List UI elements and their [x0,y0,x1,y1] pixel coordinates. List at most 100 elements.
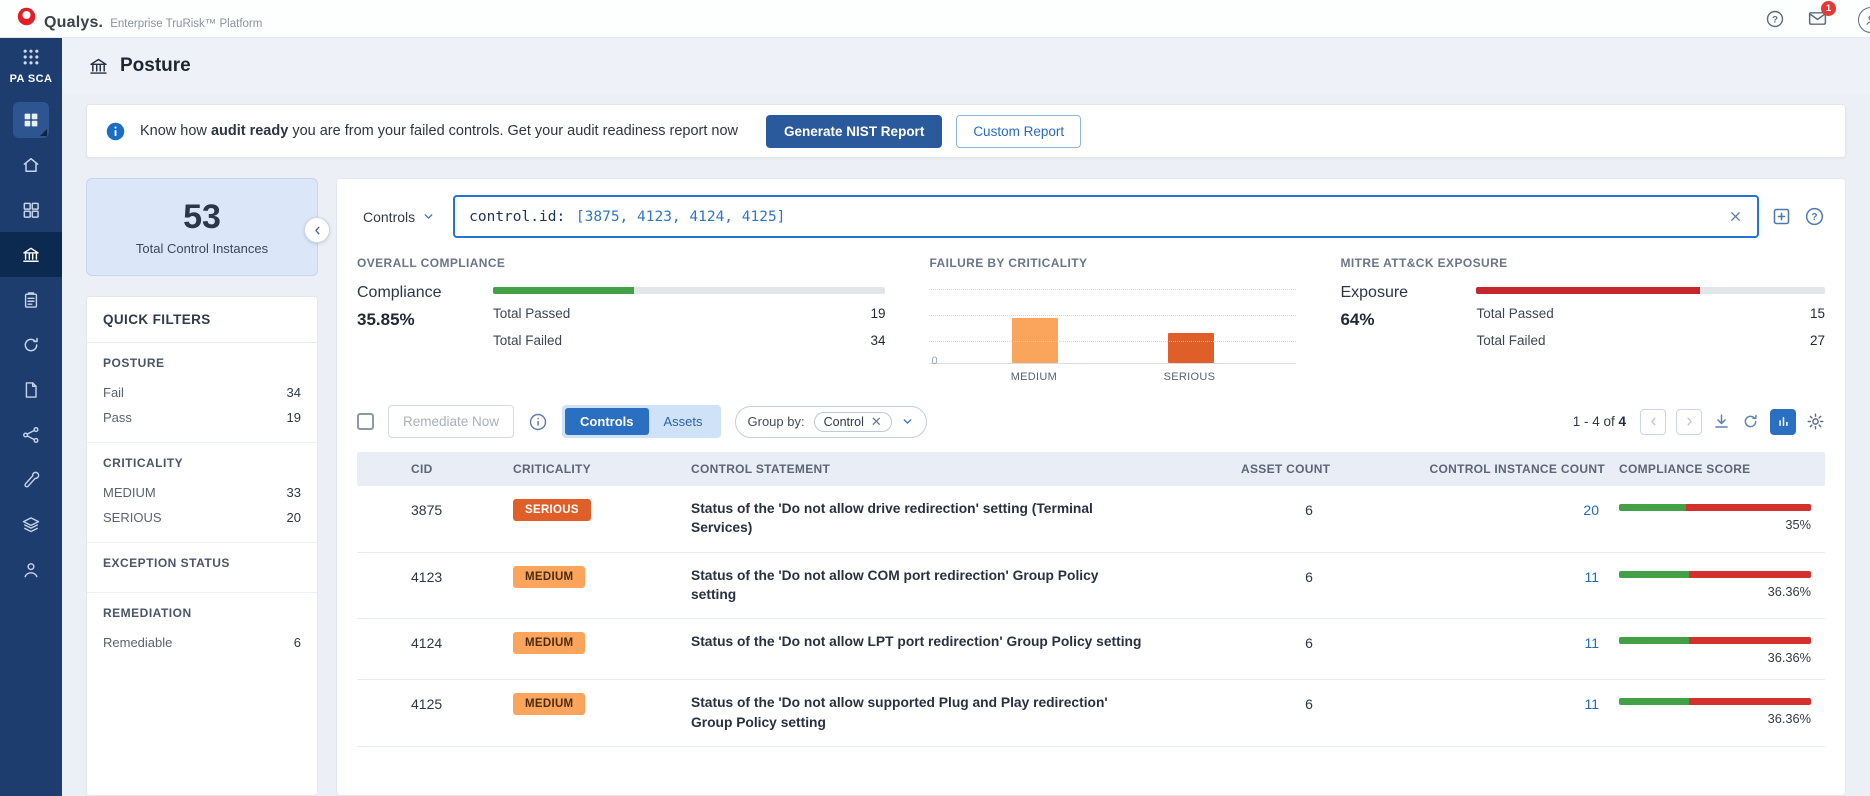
mitre-failed-value: 27 [1810,333,1825,348]
col-control-statement[interactable]: CONTROL STATEMENT [691,462,1241,476]
posture-title-icon [88,56,109,77]
qualys-logo[interactable]: Qualys. Enterprise TruRisk™ Platform [16,6,262,32]
clear-search-icon[interactable] [1728,209,1743,224]
instance-count-link[interactable]: 11 [1391,693,1619,712]
table-row[interactable]: 4123 MEDIUM Status of the 'Do not allow … [357,553,1825,620]
col-asset-count[interactable]: ASSET COUNT [1241,462,1391,476]
generate-nist-report-button[interactable]: Generate NIST Report [766,115,942,148]
sidebar-item-dashboard[interactable] [0,187,62,232]
filter-section-exception-status: EXCEPTION STATUS [87,543,317,593]
toggle-assets[interactable]: Assets [649,408,718,435]
sidebar-item-home[interactable] [0,142,62,187]
filter-item-medium[interactable]: MEDIUM 33 [103,480,301,505]
search-input[interactable]: control.id: [3875, 4123, 4124, 4125] [453,195,1759,238]
layers-icon [21,515,41,535]
sidebar-item-policies[interactable] [0,277,62,322]
query-value: [3875, 4123, 4124, 4125] [567,209,785,225]
total-control-instances-card: 53 Total Control Instances [86,178,318,276]
page-header: Posture [62,38,1870,94]
remove-group-icon[interactable]: ✕ [871,415,882,428]
select-all-checkbox[interactable] [357,413,374,430]
table-row[interactable]: 4125 MEDIUM Status of the 'Do not allow … [357,680,1825,747]
chevron-down-icon [901,415,914,428]
sidebar-item-reports[interactable] [0,367,62,412]
remediate-info-icon[interactable] [528,412,548,432]
col-cid[interactable]: CID [411,462,513,476]
filter-item-remediable[interactable]: Remediable 6 [103,630,301,655]
control-statement: Status of the 'Do not allow drive redire… [691,499,1161,538]
info-icon [105,121,126,142]
collapse-panel-button[interactable] [304,217,330,243]
total-passed-row: Total Passed 19 [493,306,885,321]
asset-count-value: 6 [1241,632,1391,651]
sidebar-item-compliance[interactable] [0,322,62,367]
toggle-controls[interactable]: Controls [565,408,648,435]
sidebar-item-tools[interactable] [0,457,62,502]
compliance-score-value: 35% [1619,517,1811,532]
banner-text: Know how audit ready you are from your f… [140,123,738,139]
group-by-control[interactable]: Group by: Control ✕ [735,406,927,438]
custom-report-button[interactable]: Custom Report [956,115,1081,148]
instance-count-link[interactable]: 20 [1391,499,1619,518]
sidebar-item-connections[interactable] [0,412,62,457]
filter-section-title: REMEDIATION [103,606,301,620]
search-help-icon[interactable]: ? [1804,206,1825,227]
sidebar-item-posture[interactable] [0,232,62,277]
instance-count-link[interactable]: 11 [1391,566,1619,585]
refresh-icon[interactable] [1741,412,1760,431]
filter-item-fail[interactable]: Fail 34 [103,380,301,405]
col-criticality[interactable]: CRITICALITY [513,462,691,476]
sidebar-item-users[interactable] [0,547,62,592]
filter-section-title: CRITICALITY [103,456,301,470]
compliance-score-cell: 35% [1619,499,1825,532]
control-statement: Status of the 'Do not allow LPT port red… [691,632,1161,651]
mitre-passed-row: Total Passed 15 [1476,306,1825,321]
compliance-score-value: 36.36% [1619,711,1811,726]
serious-bar-label: SERIOUS [1164,371,1216,383]
remediate-now-button[interactable]: Remediate Now [388,405,514,438]
sidebar-item-modules[interactable] [0,97,62,142]
sidebar-item-assets[interactable] [0,502,62,547]
user-avatar[interactable] [1858,7,1870,33]
instance-count-link[interactable]: 11 [1391,632,1619,651]
col-compliance-score[interactable]: COMPLIANCE SCORE [1619,462,1825,476]
col-control-instance-count[interactable]: CONTROL INSTANCE COUNT [1391,462,1619,476]
notifications-mail-icon[interactable]: 1 [1807,8,1828,29]
total-control-instances-value: 53 [183,198,221,237]
compliance-score-value: 36.36% [1619,650,1811,665]
overall-compliance-stat: OVERALL COMPLIANCE Compliance 35.85% [357,256,885,383]
download-icon[interactable] [1712,412,1731,431]
filter-item-pass[interactable]: Pass 19 [103,405,301,430]
quick-filters-panel: QUICK FILTERS POSTURE Fail 34 Pass 19 [86,296,318,796]
group-by-label: Group by: [748,414,805,429]
exposure-label: Exposure [1340,284,1448,302]
criticality-badge: SERIOUS [513,499,591,521]
filter-section-criticality: CRITICALITY MEDIUM 33 SERIOUS 20 [87,443,317,543]
prev-page-button[interactable] [1640,409,1666,435]
filter-item-serious[interactable]: SERIOUS 20 [103,505,301,530]
cid-value: 4124 [411,632,513,651]
overall-compliance-title: OVERALL COMPLIANCE [357,256,885,270]
svg-text:?: ? [1772,14,1778,25]
search-scope-dropdown[interactable]: Controls [357,209,441,225]
app-switcher-icon[interactable] [21,38,41,71]
serious-bar[interactable] [1168,333,1214,363]
quick-filters-title: QUICK FILTERS [87,297,317,343]
help-icon[interactable]: ? [1765,9,1785,29]
table-row[interactable]: 4124 MEDIUM Status of the 'Do not allow … [357,619,1825,680]
compliance-score-value: 36.36% [1619,584,1811,599]
chart-view-icon[interactable] [1770,409,1796,435]
sync-circle-icon [21,335,41,355]
document-icon [21,380,41,400]
asset-count-value: 6 [1241,566,1391,585]
group-by-value: Control [824,415,864,429]
mitre-exposure-title: MITRE ATT&CK EXPOSURE [1340,256,1825,270]
table-toolbar: Remediate Now Controls Assets Group by: … [357,389,1825,452]
criticality-bar-chart: 0 [929,284,1296,364]
table-header-row: CID CRITICALITY CONTROL STATEMENT ASSET … [357,452,1825,486]
posture-building-icon [21,245,41,265]
settings-gear-icon[interactable] [1806,412,1825,431]
add-query-icon[interactable] [1771,206,1792,227]
next-page-button[interactable] [1676,409,1702,435]
table-row[interactable]: 3875 SERIOUS Status of the 'Do not allow… [357,486,1825,553]
